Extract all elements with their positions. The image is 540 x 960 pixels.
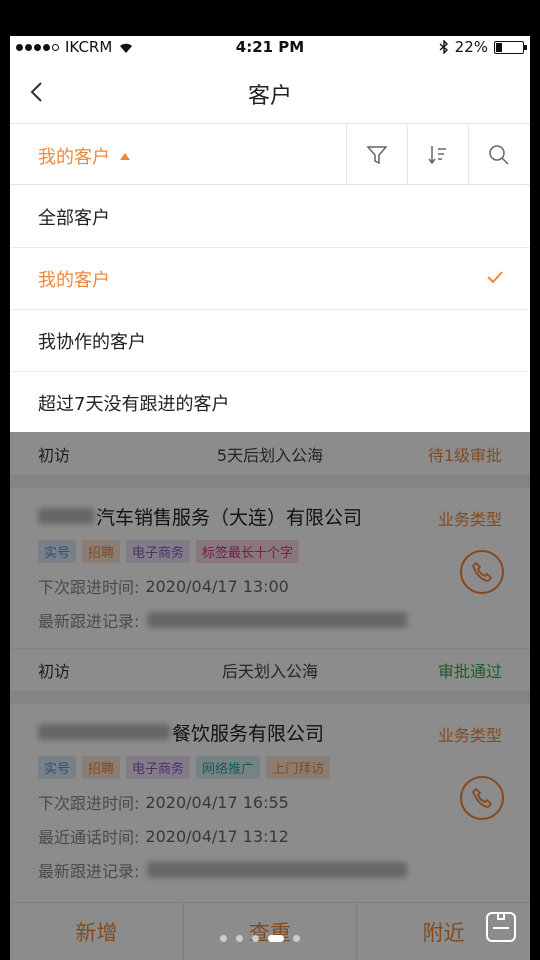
page-indicator <box>220 935 300 942</box>
filter-bar: 我的客户 <box>10 125 530 185</box>
dropdown-item-collaborated[interactable]: 我协作的客户 <box>10 310 530 372</box>
dropdown-item-label: 我的客户 <box>38 269 110 291</box>
page-dot <box>293 935 300 942</box>
bluetooth-icon <box>439 40 448 54</box>
dim-overlay[interactable] <box>10 432 530 960</box>
dropdown-item-mine[interactable]: 我的客户 <box>10 248 530 310</box>
dropdown-item-overdue[interactable]: 超过7天没有跟进的客户 <box>10 372 530 434</box>
phone-screen: IKCRM 4:21 PM 22% 客户 我的客户 全部客户 我的客户 我协作的… <box>10 36 530 960</box>
checkmark-icon <box>487 271 503 284</box>
scope-selector[interactable]: 我的客户 <box>38 143 130 169</box>
search-icon <box>489 145 509 165</box>
status-bar: IKCRM 4:21 PM 22% <box>10 36 530 60</box>
filter-button[interactable] <box>346 125 407 185</box>
dropdown-item-label: 我协作的客户 <box>38 331 146 353</box>
battery-icon <box>494 40 527 54</box>
sort-icon <box>428 146 446 165</box>
sort-button[interactable] <box>407 125 468 185</box>
page-dot <box>236 935 243 942</box>
dropdown-item-label: 全部客户 <box>38 207 110 229</box>
battery-level <box>496 42 502 52</box>
dropdown-item-label: 超过7天没有跟进的客户 <box>38 393 230 415</box>
scope-dropdown: 全部客户 我的客户 我协作的客户 超过7天没有跟进的客户 <box>10 186 530 434</box>
page-dot-active <box>268 935 284 942</box>
page-title: 客户 <box>247 84 292 109</box>
battery-percent: 22% <box>454 38 488 56</box>
caret-up-icon <box>120 152 130 160</box>
battery-group: 22% <box>439 38 527 56</box>
funnel-icon <box>366 146 388 165</box>
page-dot <box>220 935 227 942</box>
dropdown-item-all[interactable]: 全部客户 <box>10 186 530 248</box>
scope-label: 我的客户 <box>38 147 110 168</box>
search-button[interactable] <box>468 125 529 185</box>
page-dot <box>252 935 259 942</box>
floating-tray-icon[interactable] <box>486 912 516 942</box>
nav-bar: 客户 <box>10 60 530 124</box>
